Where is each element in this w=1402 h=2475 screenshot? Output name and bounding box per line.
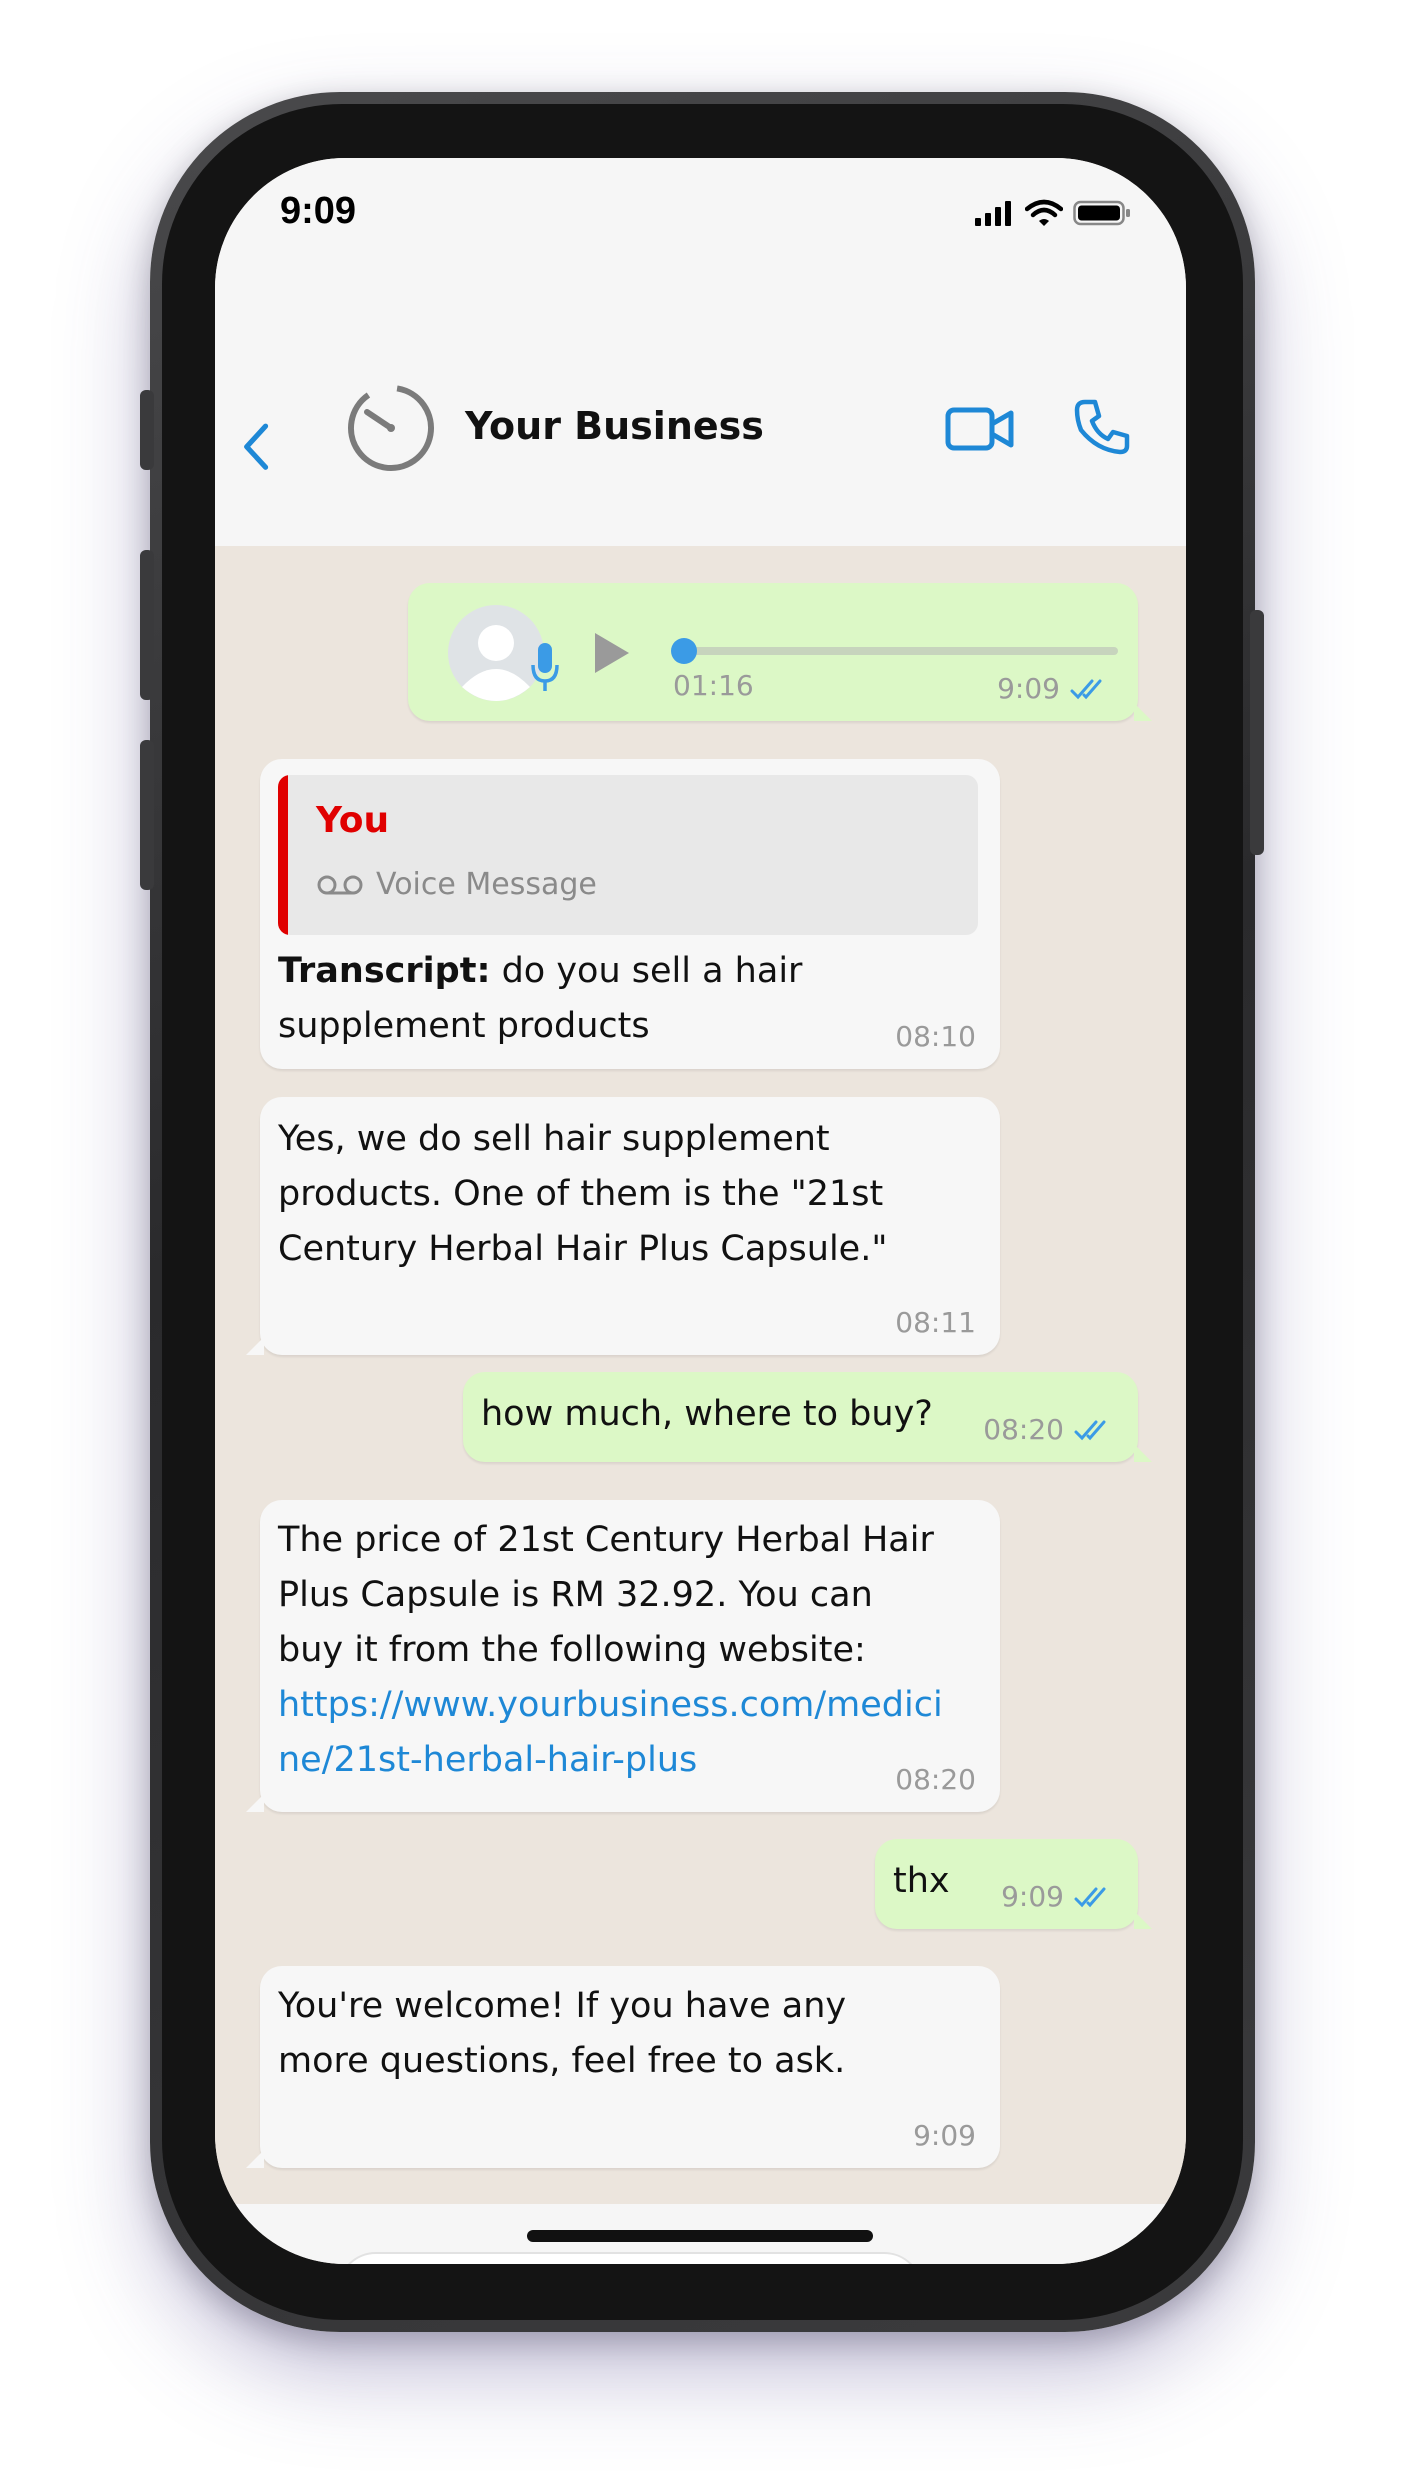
contact-name[interactable]: Your Business [465,404,764,448]
phone-screen: 9:09 Your Business 01:16 9:09 You Voice … [215,158,1186,2264]
quote-text: Voice Message [376,867,597,902]
message-line: Plus Capsule is RM 32.92. You can [278,1575,873,1615]
message-meta: 9:09 [997,673,1110,705]
message-input[interactable] [337,2252,923,2264]
status-icons [975,198,1131,228]
chat-area: 01:16 9:09 You Voice Message Transcript:… [215,546,1186,2204]
incoming-message-bubble[interactable]: The price of 21st Century Herbal Hair Pl… [246,1500,1000,1812]
battery-icon [1073,200,1130,226]
quote-text-row: Voice Message [316,865,597,905]
cellular-signal-icon [975,201,1011,226]
home-indicator-bar[interactable] [527,2230,873,2242]
message-time: 9:09 [913,2119,976,2152]
website-link[interactable]: https://www.yourbusiness.com/medici [278,1678,943,1733]
voice-message-bubble[interactable]: 01:16 9:09 [408,583,1152,721]
video-camera-icon[interactable] [945,404,1015,454]
message-text: how much, where to buy? [481,1394,933,1434]
bubble-tail [1134,1911,1152,1929]
status-time: 9:09 [280,190,357,232]
message-meta: 08:20 [983,1414,1114,1446]
message-time: 08:20 [895,1763,976,1796]
outgoing-message-bubble[interactable]: how much, where to buy? 08:20 [463,1372,1152,1462]
message-line: The price of 21st Century Herbal Hair [278,1520,934,1560]
plus-icon[interactable] [247,2262,303,2264]
chevron-left-icon[interactable] [237,421,277,481]
bubble-tail [246,2150,264,2168]
voice-progress-knob[interactable] [671,638,697,664]
microphone-icon[interactable] [1095,2256,1139,2264]
bubble-tail [246,1794,264,1812]
microphone-icon [531,643,559,691]
quote-author: You [316,800,390,841]
volume-up-button [140,550,154,700]
message-time: 08:20 [983,1413,1064,1446]
message-text: thx [893,1861,950,1901]
incoming-message-bubble[interactable]: You're welcome! If you have any more que… [246,1966,1000,2168]
message-line: Yes, we do sell hair supplement [278,1119,830,1159]
volume-down-button [140,740,154,890]
double-check-icon [1074,1887,1106,1908]
message-line: more questions, feel free to ask. [278,2041,846,2081]
incoming-message-bubble[interactable]: Yes, we do sell hair supplement products… [246,1097,1000,1355]
bubble-tail [1134,703,1152,721]
quote-accent-bar [278,775,288,935]
status-bar: 9:09 [215,158,1186,276]
play-icon[interactable] [591,631,631,675]
transcript-label: Transcript: [278,951,491,991]
message-line: buy it from the following website: [278,1630,866,1670]
chat-header: Your Business [215,276,1186,546]
bubble-tail [1134,1444,1152,1462]
message-line: Century Herbal Hair Plus Capsule." [278,1229,888,1269]
message-meta: 08:20 [895,1764,976,1796]
phone-icon[interactable] [1073,398,1131,456]
voicemail-icon [317,875,363,895]
message-time: 9:09 [997,672,1060,705]
message-meta: 9:09 [1001,1881,1114,1913]
transcript-line-2: supplement products [278,1006,650,1046]
power-button [1250,610,1264,855]
double-check-icon [1074,1420,1106,1441]
voice-progress-track[interactable] [678,647,1118,655]
quoted-message[interactable]: You Voice Message [278,775,978,935]
wifi-icon [1025,199,1063,226]
message-meta: 08:11 [895,1307,976,1339]
transcript-line-1: Transcript: do you sell a hair [278,944,802,999]
message-meta: 9:09 [913,2120,976,2152]
outgoing-message-bubble[interactable]: thx 9:09 [875,1839,1152,1929]
website-link[interactable]: ne/21st-herbal-hair-plus [278,1733,697,1788]
double-check-icon [1070,679,1102,700]
message-line: products. One of them is the "21st [278,1174,884,1214]
transcript-text: do you sell a hair [490,951,803,991]
silent-switch [140,390,154,470]
message-time: 08:11 [895,1306,976,1339]
message-time: 08:10 [895,1020,976,1053]
voice-duration: 01:16 [673,669,754,702]
message-time: 9:09 [1001,1880,1064,1913]
message-meta: 08:10 [895,1021,976,1053]
timer-avatar-icon[interactable] [345,382,437,474]
message-line: You're welcome! If you have any [278,1986,847,2026]
bubble-tail [246,1337,264,1355]
transcript-message-bubble[interactable]: You Voice Message Transcript: do you sel… [260,759,1000,1069]
